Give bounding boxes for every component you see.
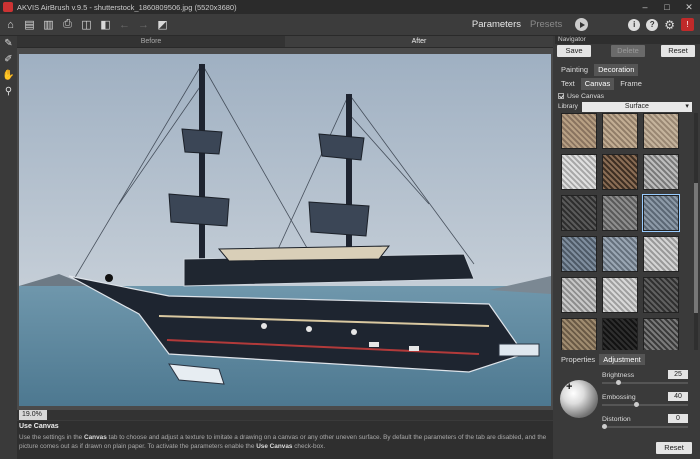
minimize-icon[interactable]: – xyxy=(634,0,656,14)
open-file-icon[interactable]: ▤ xyxy=(21,17,38,33)
use-canvas-row[interactable]: Use Canvas xyxy=(555,91,700,101)
texture-swatch[interactable] xyxy=(561,277,597,313)
view-tabs: Before After xyxy=(17,36,553,48)
texture-grid xyxy=(561,113,689,350)
embossing-slider[interactable] xyxy=(602,402,688,407)
gear-icon[interactable]: ⚙ xyxy=(664,18,675,32)
save-button[interactable]: Save xyxy=(557,45,591,57)
plugin-icon[interactable]: ◩ xyxy=(154,17,171,33)
distortion-value[interactable]: 0 xyxy=(668,414,688,423)
home-icon[interactable]: ⌂ xyxy=(2,17,19,33)
batch-icon[interactable]: ◧ xyxy=(97,17,114,33)
texture-swatch[interactable] xyxy=(602,154,638,190)
hint-text: Use the settings in the Canvas tab to ch… xyxy=(19,434,547,450)
print-icon[interactable]: ⎙ xyxy=(59,17,76,33)
zoom-icon[interactable]: ⚲ xyxy=(0,84,17,100)
status-bar: 19.0% xyxy=(17,410,553,420)
reset-button[interactable]: Reset xyxy=(661,45,695,57)
redo-icon[interactable]: → xyxy=(135,17,152,33)
embossing-param: Embossing 40 xyxy=(602,392,688,407)
texture-swatch[interactable] xyxy=(643,113,679,149)
main-toolbar: ⌂ ▤ ▥ ⎙ ◫ ◧ ← → ◩ Parameters Presets i ?… xyxy=(0,14,700,36)
reset-adjustment-button[interactable]: Reset xyxy=(656,442,692,454)
undo-icon[interactable]: ← xyxy=(116,17,133,33)
texture-swatch[interactable] xyxy=(602,113,638,149)
distortion-param: Distortion 0 xyxy=(602,414,688,429)
app-logo-icon xyxy=(3,2,13,12)
texture-swatch[interactable] xyxy=(602,277,638,313)
close-icon[interactable]: ✕ xyxy=(678,0,700,14)
use-canvas-label: Use Canvas xyxy=(567,92,605,100)
parameters-tab[interactable]: Parameters xyxy=(472,19,521,30)
texture-swatch[interactable] xyxy=(561,154,597,190)
tab-adjustment[interactable]: Adjustment xyxy=(599,354,645,365)
presets-tab[interactable]: Presets xyxy=(530,19,562,30)
tab-properties[interactable]: Properties xyxy=(557,354,599,365)
distortion-slider[interactable] xyxy=(602,424,688,429)
texture-swatch[interactable] xyxy=(643,154,679,190)
tab-after[interactable]: After xyxy=(285,36,553,48)
left-toolbar: ✎ ✐ ✋ ⚲ xyxy=(0,36,17,459)
settings-panel: Navigator Save Delete Reset Painting Dec… xyxy=(555,36,700,459)
brightness-slider[interactable] xyxy=(602,380,688,385)
brush-icon[interactable]: ✎ xyxy=(0,36,17,52)
texture-swatch[interactable] xyxy=(643,236,679,272)
tab-painting[interactable]: Painting xyxy=(557,64,592,76)
hint-title: Use Canvas xyxy=(19,423,59,430)
notification-icon[interactable]: ! xyxy=(681,18,694,31)
brightness-param: Brightness 25 xyxy=(602,370,688,385)
maximize-icon[interactable]: □ xyxy=(656,0,678,14)
texture-swatch[interactable] xyxy=(602,236,638,272)
tab-canvas[interactable]: Canvas xyxy=(580,78,615,90)
texture-swatch[interactable] xyxy=(602,195,638,231)
texture-swatch[interactable] xyxy=(561,195,597,231)
texture-swatch[interactable] xyxy=(602,318,638,350)
light-direction-sphere[interactable] xyxy=(560,380,598,418)
texture-swatch[interactable] xyxy=(643,318,679,350)
navigator-header[interactable]: Navigator xyxy=(555,36,700,44)
use-canvas-checkbox[interactable] xyxy=(558,93,564,99)
brightness-value[interactable]: 25 xyxy=(668,370,688,379)
title-bar: AKVIS AirBrush v.9.5 - shutterstock_1860… xyxy=(0,0,700,14)
share-icon[interactable]: ◫ xyxy=(78,17,95,33)
embossing-value[interactable]: 40 xyxy=(668,392,688,401)
save-file-icon[interactable]: ▥ xyxy=(40,17,57,33)
window-title: AKVIS AirBrush v.9.5 - shutterstock_1860… xyxy=(17,2,237,12)
run-button[interactable] xyxy=(575,18,589,31)
texture-swatch[interactable] xyxy=(561,318,597,350)
texture-scrollbar[interactable] xyxy=(694,113,698,350)
processed-image xyxy=(19,54,551,406)
tab-text[interactable]: Text xyxy=(557,78,579,90)
texture-swatch[interactable] xyxy=(561,236,597,272)
tab-before[interactable]: Before xyxy=(17,36,285,48)
library-label: Library xyxy=(558,103,578,110)
zoom-field[interactable]: 19.0% xyxy=(19,410,47,420)
help-icon[interactable]: ? xyxy=(646,18,659,31)
library-select[interactable]: Surface xyxy=(581,101,692,112)
texture-swatch[interactable] xyxy=(561,113,597,149)
tab-decoration[interactable]: Decoration xyxy=(594,64,639,76)
texture-swatch[interactable] xyxy=(643,277,679,313)
delete-button[interactable]: Delete xyxy=(611,45,645,57)
info-icon[interactable]: i xyxy=(628,18,641,31)
image-canvas[interactable] xyxy=(17,48,553,410)
texture-swatch[interactable] xyxy=(642,194,680,232)
tab-frame[interactable]: Frame xyxy=(616,78,646,90)
hint-panel: Use Canvas Use the settings in the Canva… xyxy=(17,421,553,459)
eraser-icon[interactable]: ✐ xyxy=(0,52,17,68)
hand-icon[interactable]: ✋ xyxy=(0,68,17,84)
